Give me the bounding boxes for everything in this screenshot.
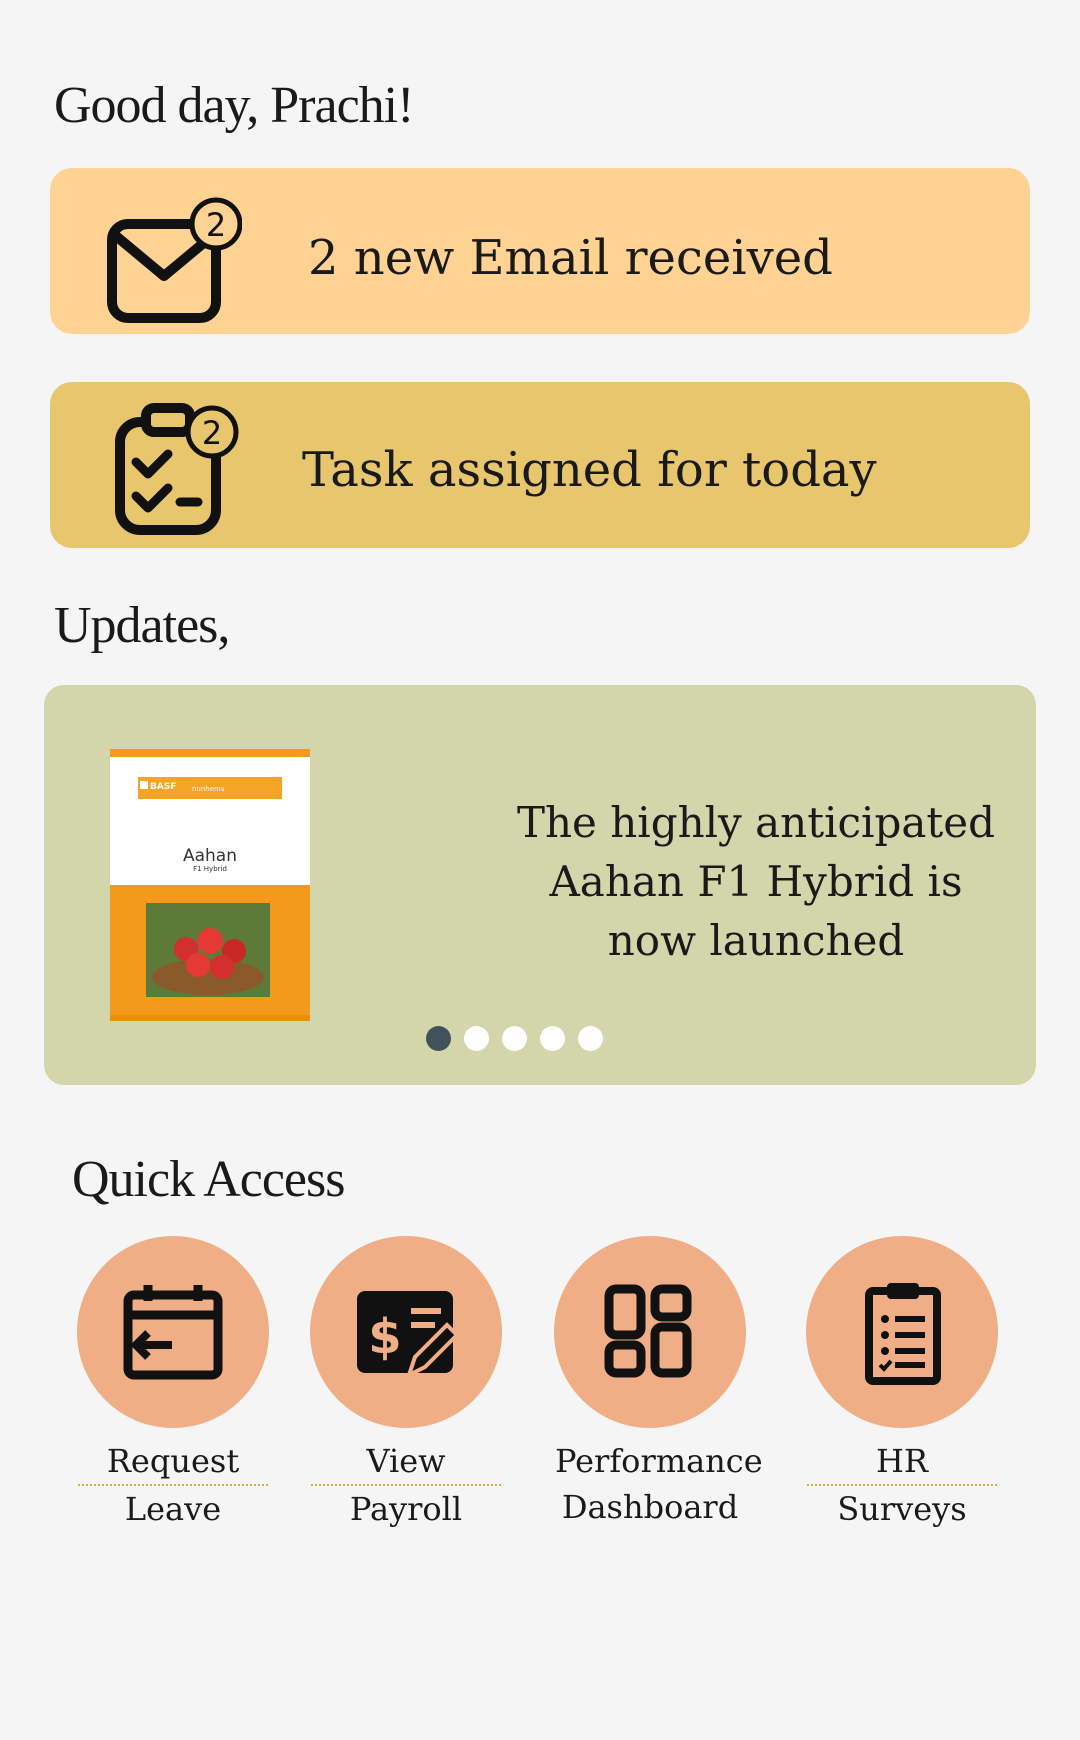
clipboard-check-icon: 2 (115, 403, 239, 535)
carousel-dot[interactable] (426, 1026, 451, 1051)
product-variant: F1 Hybrid (193, 865, 227, 873)
quick-access-label-line1: View (311, 1438, 501, 1486)
quick-access-title: Quick Access (72, 1151, 345, 1208)
carousel-dot[interactable] (578, 1026, 603, 1051)
carousel-dot[interactable] (464, 1026, 489, 1051)
quick-access-label-line2: Dashboard (561, 1488, 739, 1526)
product-package-image: BASF nunhems Aahan F1 Hybrid (110, 749, 310, 1021)
task-notification-text: Task assigned for today (302, 442, 877, 498)
update-message: The highly anticipated Aahan F1 Hybrid i… (516, 798, 996, 965)
email-notification-card[interactable]: 2 2 new Email received (50, 168, 1030, 334)
view-payroll-circle[interactable]: $ (310, 1236, 502, 1428)
hr-surveys-button[interactable]: HR Surveys (802, 1236, 1002, 1532)
calendar-leave-icon (123, 1285, 223, 1380)
performance-dashboard-circle[interactable] (554, 1236, 746, 1428)
request-leave-circle[interactable] (77, 1236, 269, 1428)
email-notification-text: 2 new Email received (308, 230, 833, 286)
carousel-dot[interactable] (502, 1026, 527, 1051)
product-brand: BASF (150, 782, 176, 792)
email-badge-count: 2 (206, 206, 226, 244)
survey-clipboard-icon (865, 1283, 941, 1385)
svg-text:$: $ (368, 1309, 401, 1365)
view-payroll-button[interactable]: $ View Payroll (306, 1236, 506, 1532)
updates-title: Updates, (54, 597, 230, 654)
task-badge-count: 2 (202, 414, 222, 452)
carousel-pagination[interactable] (426, 1026, 616, 1051)
quick-access-label-line1: Performance (555, 1442, 763, 1480)
updates-carousel[interactable]: BASF nunhems Aahan F1 Hybrid The highly … (44, 685, 1036, 1085)
performance-dashboard-button[interactable]: Performance Dashboard (550, 1236, 763, 1530)
hr-surveys-circle[interactable] (806, 1236, 998, 1428)
product-sub-brand: nunhems (192, 785, 225, 793)
quick-access-label-line1: Request (78, 1438, 268, 1486)
quick-access-label-line1: HR (807, 1438, 997, 1486)
request-leave-button[interactable]: Request Leave (73, 1236, 273, 1532)
quick-access-label-line2: Surveys (837, 1490, 967, 1528)
payroll-icon: $ (357, 1291, 460, 1379)
mail-icon: 2 (107, 197, 242, 323)
dashboard-icon (604, 1284, 692, 1378)
greeting-title: Good day, Prachi! (54, 77, 414, 134)
product-name: Aahan (183, 846, 237, 866)
quick-access-label-line2: Leave (124, 1490, 222, 1528)
quick-access-label-line2: Payroll (349, 1490, 463, 1528)
carousel-dot[interactable] (540, 1026, 565, 1051)
task-notification-card[interactable]: 2 Task assigned for today (50, 382, 1030, 548)
